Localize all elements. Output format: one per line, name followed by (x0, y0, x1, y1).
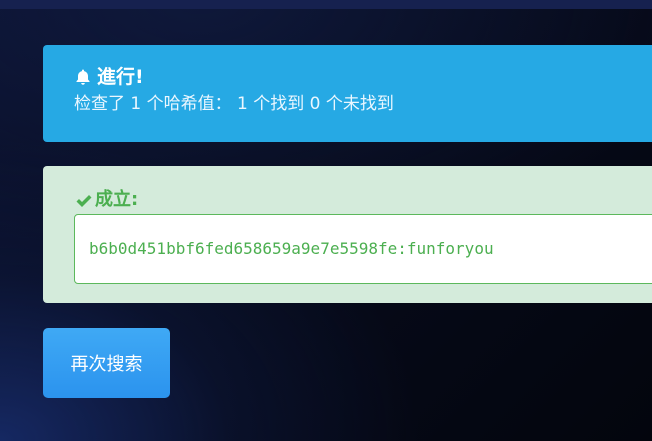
info-alert-title: 進行! (74, 65, 652, 89)
success-alert: 成立: b6b0d451bbf6fed658659a9e7e5598fe:fun… (43, 166, 652, 303)
success-alert-title: 成立: (75, 188, 138, 212)
info-alert: 進行! 检查了 1 个哈希值： 1 个找到 0 个未找到 (43, 45, 652, 142)
top-bar (0, 0, 652, 9)
result-output[interactable]: b6b0d451bbf6fed658659a9e7e5598fe:funfory… (74, 214, 652, 284)
success-alert-title-text: 成立: (95, 189, 139, 210)
info-alert-message: 检查了 1 个哈希值： 1 个找到 0 个未找到 (74, 94, 394, 114)
check-icon (75, 192, 93, 208)
bell-icon (74, 68, 92, 86)
info-alert-title-text: 進行! (97, 66, 144, 88)
search-again-button[interactable]: 再次搜索 (43, 328, 170, 398)
